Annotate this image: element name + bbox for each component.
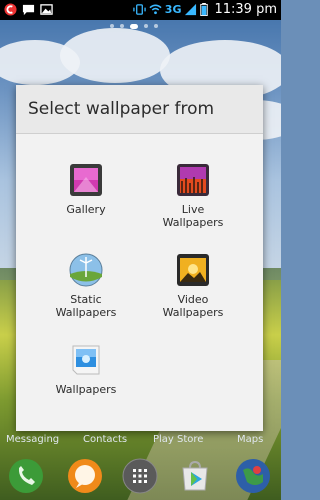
- vibrate-icon: [133, 4, 146, 15]
- wifi-icon: [149, 4, 162, 15]
- option-label: Wallpapers: [55, 383, 117, 396]
- video-wallpaper-icon: [177, 254, 209, 286]
- message-notification-icon: [22, 4, 35, 16]
- page-dot: [110, 24, 114, 28]
- dock-label-contacts: Contacts: [83, 434, 128, 445]
- antivirus-icon: [4, 3, 17, 16]
- option-live-wallpapers[interactable]: Live Wallpapers: [138, 163, 248, 229]
- dock-label-maps: Maps: [237, 434, 264, 445]
- option-static-wallpapers[interactable]: Static Wallpapers: [31, 253, 141, 319]
- battery-icon: [200, 3, 209, 16]
- dock-label-play-store: Play Store: [153, 434, 204, 445]
- option-label: Gallery: [66, 203, 106, 216]
- page-dot: [144, 24, 148, 28]
- option-label: Static Wallpapers: [55, 293, 117, 319]
- messaging-icon[interactable]: [67, 458, 103, 494]
- select-wallpaper-dialog: ✕ Select wallpaper from Gallery Live Wal…: [16, 82, 263, 431]
- page-dot-active: [130, 24, 138, 29]
- phone-icon[interactable]: [8, 458, 44, 494]
- gallery-icon: [70, 164, 102, 196]
- option-label: Video Wallpapers: [162, 293, 224, 319]
- static-wallpaper-icon: [69, 253, 103, 287]
- dock: [0, 452, 281, 500]
- option-gallery[interactable]: Gallery: [31, 163, 141, 216]
- dialog-title: Select wallpaper from: [28, 99, 215, 119]
- page-dot: [120, 24, 124, 28]
- page-indicator: [110, 24, 158, 29]
- play-store-icon[interactable]: [177, 458, 213, 494]
- network-type: 3G: [164, 3, 182, 16]
- clock: 11:39 pm: [214, 2, 277, 17]
- status-bar: 3G 11:39 pm: [0, 0, 281, 20]
- wallpapers-icon: [72, 345, 100, 375]
- page-dot: [154, 24, 158, 28]
- signal-icon: [185, 3, 197, 16]
- dock-labels: Messaging Contacts Play Store Maps: [0, 434, 281, 448]
- option-label: Live Wallpapers: [162, 203, 224, 229]
- live-wallpaper-icon: [177, 164, 209, 196]
- dialog-title-bar: Select wallpaper from: [16, 85, 263, 134]
- maps-icon[interactable]: [235, 458, 271, 494]
- dock-label-messaging: Messaging: [6, 434, 60, 445]
- option-video-wallpapers[interactable]: Video Wallpapers: [138, 253, 248, 319]
- image-notification-icon: [40, 4, 53, 15]
- app-drawer-icon[interactable]: [122, 458, 158, 494]
- cloud: [60, 28, 170, 83]
- option-wallpapers[interactable]: Wallpapers: [31, 343, 141, 396]
